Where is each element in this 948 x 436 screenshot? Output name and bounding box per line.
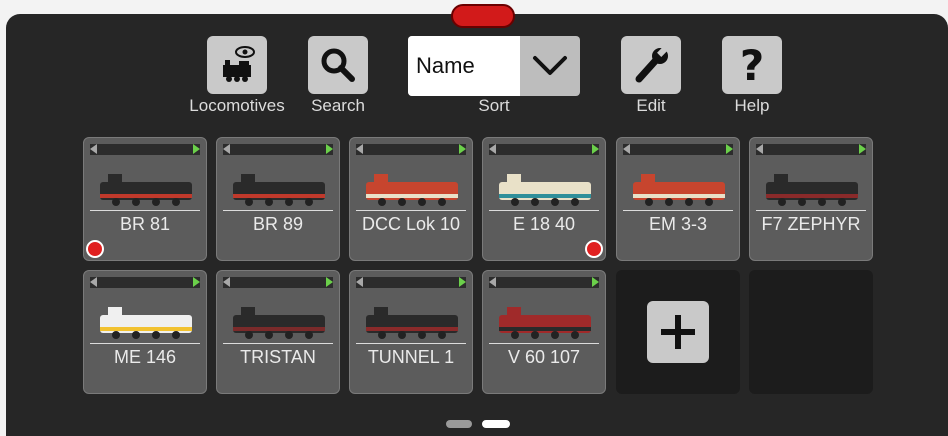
help-button[interactable]: ? Help (722, 36, 782, 115)
speed-bar (356, 277, 466, 288)
plus-icon[interactable] (647, 301, 709, 363)
locomotive-name: TRISTAN (240, 347, 316, 367)
locomotive-image (499, 174, 591, 206)
track-line (489, 210, 599, 211)
locomotive-tile[interactable]: DCC Lok 10 (349, 137, 473, 261)
locomotive-name: V 60 107 (507, 347, 581, 367)
direction-right-icon (859, 144, 866, 154)
locomotive-tile[interactable]: BR 89 (216, 137, 340, 261)
top-drag-handle[interactable] (451, 4, 515, 28)
status-indicator (585, 240, 603, 258)
direction-left-icon (356, 144, 363, 154)
locomotive-image (633, 174, 725, 206)
direction-left-icon (90, 277, 97, 287)
locomotive-tile[interactable]: F7 ZEPHYR (749, 137, 873, 261)
direction-right-icon (459, 144, 466, 154)
status-indicator (86, 240, 104, 258)
locomotives-button[interactable]: Locomotives (189, 36, 285, 115)
locomotive-image (233, 174, 325, 206)
search-icon (308, 36, 368, 94)
locomotive-image (766, 174, 858, 206)
search-label: Search (311, 96, 365, 115)
sort-label: Sort (478, 96, 510, 115)
search-button[interactable]: Search (308, 36, 368, 115)
speed-bar (489, 277, 599, 288)
speed-bar (90, 144, 200, 155)
locomotive-tile[interactable]: E 18 40 (482, 137, 606, 261)
speed-bar (489, 144, 599, 155)
direction-left-icon (623, 144, 630, 154)
sort-value: Name (408, 36, 520, 96)
direction-right-icon (592, 277, 599, 287)
direction-right-icon (326, 277, 333, 287)
direction-right-icon (459, 277, 466, 287)
direction-left-icon (223, 277, 230, 287)
direction-left-icon (223, 144, 230, 154)
speed-bar (756, 144, 866, 155)
locomotive-tile[interactable]: V 60 107 (482, 270, 606, 394)
track-line (756, 210, 866, 211)
track-line (489, 343, 599, 344)
locomotive-image (366, 174, 458, 206)
help-label: Help (734, 96, 770, 115)
add-locomotive-slot[interactable] (616, 270, 740, 394)
direction-left-icon (489, 277, 496, 287)
direction-right-icon (726, 144, 733, 154)
page-indicator-2[interactable] (482, 420, 510, 428)
track-line (623, 210, 733, 211)
locomotive-eye-icon (207, 36, 267, 94)
direction-right-icon (326, 144, 333, 154)
locomotive-name: BR 89 (252, 214, 304, 234)
locomotive-name: TUNNEL 1 (367, 347, 455, 367)
track-line (356, 343, 466, 344)
locomotive-tile[interactable]: ME 146 (83, 270, 207, 394)
speed-bar (223, 277, 333, 288)
locomotive-image (233, 307, 325, 339)
direction-left-icon (756, 144, 763, 154)
track-line (356, 210, 466, 211)
track-line (223, 210, 333, 211)
locomotives-label: Locomotives (189, 96, 285, 115)
locomotive-name: ME 146 (113, 347, 177, 367)
speed-bar (90, 277, 200, 288)
locomotive-tile[interactable]: TUNNEL 1 (349, 270, 473, 394)
speed-bar (623, 144, 733, 155)
page-indicator-1[interactable] (446, 420, 472, 428)
locomotive-tile[interactable]: BR 81 (83, 137, 207, 261)
locomotive-image (366, 307, 458, 339)
question-mark-icon: ? (722, 36, 782, 94)
empty-slot (749, 270, 873, 394)
locomotive-image (100, 307, 192, 339)
track-line (90, 343, 200, 344)
direction-left-icon (90, 144, 97, 154)
chevron-down-icon[interactable] (520, 36, 580, 96)
speed-bar (223, 144, 333, 155)
track-line (90, 210, 200, 211)
edit-label: Edit (636, 96, 666, 115)
locomotive-name: BR 81 (119, 214, 171, 234)
direction-right-icon (193, 277, 200, 287)
direction-right-icon (193, 144, 200, 154)
track-line (223, 343, 333, 344)
wrench-icon (621, 36, 681, 94)
direction-left-icon (489, 144, 496, 154)
locomotive-image (499, 307, 591, 339)
speed-bar (356, 144, 466, 155)
direction-right-icon (592, 144, 599, 154)
locomotive-image (100, 174, 192, 206)
locomotive-name: E 18 40 (512, 214, 576, 234)
sort-dropdown[interactable]: Name (408, 36, 580, 96)
locomotive-tile[interactable]: TRISTAN (216, 270, 340, 394)
locomotive-tile[interactable]: EM 3-3 (616, 137, 740, 261)
locomotive-name: F7 ZEPHYR (761, 214, 861, 234)
direction-left-icon (356, 277, 363, 287)
locomotive-name: EM 3-3 (648, 214, 708, 234)
locomotive-name: DCC Lok 10 (361, 214, 461, 234)
edit-button[interactable]: Edit (621, 36, 681, 115)
